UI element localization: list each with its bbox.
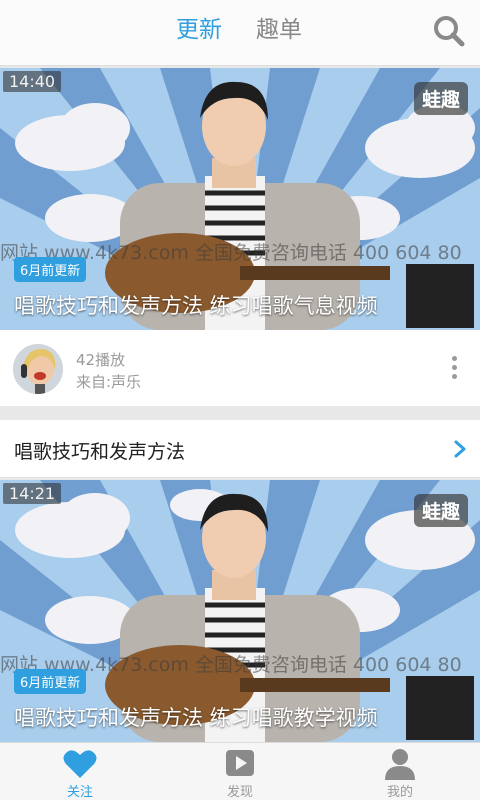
avatar[interactable]: [13, 344, 63, 394]
search-icon[interactable]: [432, 14, 466, 48]
section-title: 唱歌技巧和发声方法: [14, 441, 186, 463]
video-thumbnail[interactable]: 14:21 蛙趣 网站 www.4k73.com 全国免费咨询电话 400 60…: [0, 480, 480, 742]
video-title: 唱歌技巧和发声方法 练习唱歌气息视频: [14, 294, 378, 318]
nav-discover[interactable]: 发现: [160, 743, 320, 800]
duration-label: 14:40: [3, 71, 62, 92]
updated-badge: 6月前更新: [14, 669, 87, 694]
updated-badge: 6月前更新: [14, 257, 87, 282]
qr-code-image: [406, 676, 474, 740]
heart-icon: [62, 748, 98, 780]
duration-label: 14:21: [3, 483, 62, 504]
nav-mine[interactable]: 我的: [320, 743, 480, 800]
person-icon: [382, 748, 418, 780]
tab-update[interactable]: 更新: [176, 16, 222, 44]
source-label: 来自:声乐: [76, 373, 142, 391]
brand-watermark: 蛙趣: [413, 82, 468, 115]
nav-follow-label: 关注: [66, 785, 93, 800]
chevron-right-icon: [452, 439, 468, 459]
top-bar: 更新 趣单: [0, 0, 480, 66]
bottom-nav: 关注 发现 我的: [0, 742, 480, 800]
video-title: 唱歌技巧和发声方法 练习唱歌教学视频: [14, 706, 378, 730]
qr-code-image: [406, 264, 474, 328]
nav-mine-label: 我的: [386, 785, 413, 800]
play-count: 42播放: [76, 351, 126, 369]
brand-watermark: 蛙趣: [413, 494, 468, 527]
play-icon: [222, 748, 258, 780]
nav-follow[interactable]: 关注: [0, 743, 160, 800]
playlist-section-header[interactable]: 唱歌技巧和发声方法: [0, 420, 480, 478]
more-options-icon[interactable]: [448, 356, 460, 384]
tab-playlists[interactable]: 趣单: [256, 16, 302, 44]
nav-discover-label: 发现: [226, 785, 253, 800]
video-thumbnail[interactable]: 14:40 蛙趣 网站 www.4k73.com 全国免费咨询电话 400 60…: [0, 68, 480, 330]
video-meta-row: 42播放 来自:声乐: [0, 330, 480, 406]
